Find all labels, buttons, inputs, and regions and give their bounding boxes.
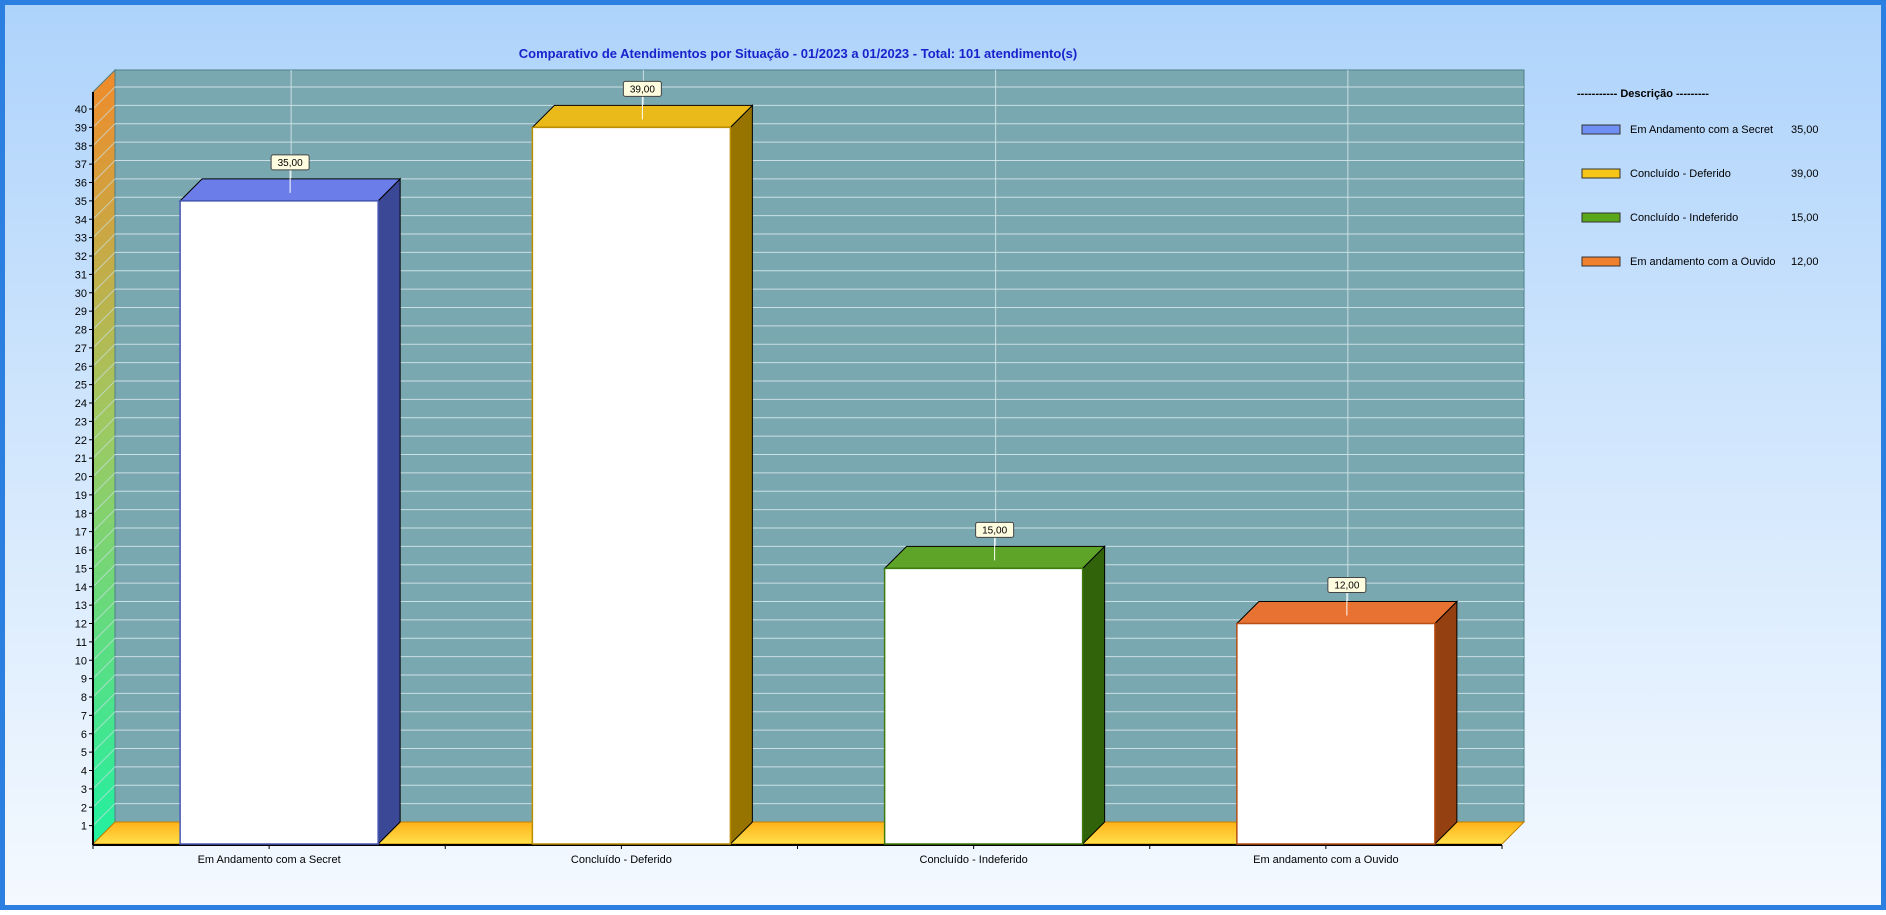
bar-side bbox=[729, 104, 753, 846]
bar-chart: Comparativo de Atendimentos por Situação… bbox=[75, 46, 1819, 866]
y-tick-label: 34 bbox=[75, 214, 87, 226]
y-tick-label: 5 bbox=[81, 747, 87, 759]
y-tick-label: 21 bbox=[75, 453, 87, 465]
y-tick-label: 16 bbox=[75, 545, 87, 557]
y-tick-label: 32 bbox=[75, 251, 87, 263]
y-tick-label: 24 bbox=[75, 398, 87, 410]
bar bbox=[531, 126, 732, 845]
y-tick-label: 38 bbox=[75, 141, 87, 153]
legend-item-value: 39,00 bbox=[1791, 168, 1819, 180]
y-tick-label: 2 bbox=[81, 802, 87, 814]
legend-swatch bbox=[1581, 168, 1621, 179]
y-tick-label: 7 bbox=[81, 710, 87, 722]
legend-item-value: 35,00 bbox=[1791, 124, 1819, 136]
legend-item-label: Concluído - Indeferido bbox=[1630, 212, 1738, 224]
y-tick-label: 12 bbox=[75, 619, 87, 631]
y-tick-label: 31 bbox=[75, 269, 87, 281]
legend-item-value: 15,00 bbox=[1791, 212, 1819, 224]
bar bbox=[883, 567, 1084, 845]
y-tick-label: 27 bbox=[75, 343, 87, 355]
y-tick-label: 28 bbox=[75, 325, 87, 337]
legend: ----------- Descrição --------- Em Andam… bbox=[1577, 88, 1819, 268]
legend-header: ----------- Descrição --------- bbox=[1577, 88, 1709, 100]
x-category-label: Concluído - Deferido bbox=[571, 854, 672, 866]
legend-item-label: Concluído - Deferido bbox=[1630, 168, 1731, 180]
y-tick-label: 19 bbox=[75, 490, 87, 502]
data-label: 39,00 bbox=[630, 84, 655, 95]
x-category-label: Em andamento com a Ouvido bbox=[1253, 854, 1399, 866]
y-tick-label: 40 bbox=[75, 104, 87, 116]
x-category-label: Concluído - Indeferido bbox=[920, 854, 1028, 866]
legend-item-value: 12,00 bbox=[1791, 256, 1819, 268]
y-tick-label: 9 bbox=[81, 674, 87, 686]
y-tick-label: 29 bbox=[75, 306, 87, 318]
y-tick-label: 6 bbox=[81, 729, 87, 741]
y-tick-label: 13 bbox=[75, 600, 87, 612]
bar bbox=[179, 200, 379, 845]
chart-title: Comparativo de Atendimentos por Situação… bbox=[519, 46, 1077, 61]
y-tick-label: 4 bbox=[81, 766, 87, 778]
legend-item-label: Em andamento com a Ouvido bbox=[1630, 256, 1776, 268]
y-tick-label: 33 bbox=[75, 233, 87, 245]
data-label: 12,00 bbox=[1334, 581, 1359, 592]
y-tick-label: 11 bbox=[76, 637, 87, 649]
y-tick-label: 30 bbox=[75, 288, 87, 300]
y-tick-label: 22 bbox=[75, 435, 87, 447]
y-tick-label: 37 bbox=[75, 159, 87, 171]
legend-swatch bbox=[1581, 124, 1621, 135]
y-tick-label: 1 bbox=[81, 821, 87, 833]
y-tick-label: 15 bbox=[75, 563, 87, 575]
y-tick-label: 39 bbox=[75, 122, 87, 134]
y-tick-label: 17 bbox=[75, 527, 87, 539]
y-tick-label: 3 bbox=[81, 784, 87, 796]
y-tick-label: 8 bbox=[81, 692, 87, 704]
y-tick-label: 18 bbox=[75, 508, 87, 520]
legend-swatch bbox=[1581, 212, 1621, 223]
y-tick-label: 23 bbox=[75, 416, 87, 428]
y-tick-label: 10 bbox=[75, 655, 87, 667]
data-label: 35,00 bbox=[278, 158, 303, 169]
y-tick-label: 35 bbox=[75, 196, 87, 208]
y-tick-label: 25 bbox=[75, 380, 87, 392]
y-tick-label: 26 bbox=[75, 361, 87, 373]
y-tick-label: 36 bbox=[75, 178, 87, 190]
y-tick-label: 14 bbox=[75, 582, 87, 594]
legend-swatch bbox=[1581, 256, 1621, 267]
chart-frame: Comparativo de Atendimentos por Situação… bbox=[0, 0, 1886, 910]
bar-side bbox=[1434, 600, 1458, 846]
left-wall bbox=[92, 68, 116, 846]
bar bbox=[1236, 622, 1436, 845]
data-label: 15,00 bbox=[982, 525, 1007, 536]
bar-side bbox=[1082, 545, 1106, 846]
bar-side bbox=[377, 177, 401, 846]
legend-item-label: Em Andamento com a Secret bbox=[1630, 124, 1773, 136]
x-category-label: Em Andamento com a Secret bbox=[198, 854, 341, 866]
y-tick-label: 20 bbox=[75, 472, 87, 484]
